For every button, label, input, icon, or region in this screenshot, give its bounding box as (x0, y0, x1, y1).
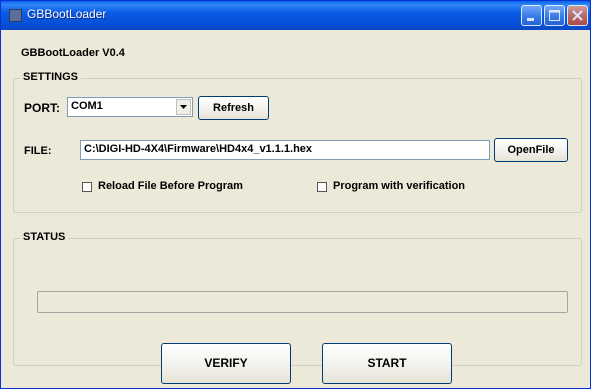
maximize-button[interactable] (544, 5, 565, 26)
chevron-down-icon[interactable] (176, 99, 191, 115)
reload-file-checkbox[interactable] (82, 182, 92, 192)
settings-legend: SETTINGS (20, 71, 82, 83)
minimize-icon (527, 18, 534, 21)
app-icon (9, 9, 22, 22)
port-select-value: COM1 (71, 100, 103, 112)
program-verification-label: Program with verification (333, 180, 466, 192)
window-title: GBBootLoader (27, 7, 107, 21)
file-label: FILE: (24, 145, 52, 157)
file-path-input[interactable]: C:\DIGI-HD-4X4\Firmware\HD4x4_v1.1.1.hex (80, 140, 490, 160)
version-label: GBBootLoader V0.4 (21, 47, 125, 59)
program-verification-checkbox[interactable] (317, 182, 327, 192)
window-content: GBBootLoader V0.4 SETTINGS PORT: COM1 Re… (4, 30, 589, 387)
close-icon (572, 10, 583, 21)
reload-file-label: Reload File Before Program (98, 180, 243, 192)
maximize-icon (549, 10, 560, 21)
main-window: GBBootLoader GBBootLoader V0.4 SETTINGS … (0, 0, 591, 389)
port-label: PORT: (24, 101, 60, 115)
close-button[interactable] (567, 5, 588, 26)
minimize-button[interactable] (521, 5, 542, 26)
port-select[interactable]: COM1 (67, 97, 193, 117)
openfile-button[interactable]: OpenFile (494, 138, 568, 162)
verify-button[interactable]: VERIFY (161, 343, 291, 384)
title-bar[interactable]: GBBootLoader (1, 1, 590, 30)
refresh-button[interactable]: Refresh (198, 96, 269, 120)
start-button[interactable]: START (322, 343, 452, 384)
status-legend: STATUS (20, 231, 69, 243)
progress-bar (37, 291, 568, 313)
